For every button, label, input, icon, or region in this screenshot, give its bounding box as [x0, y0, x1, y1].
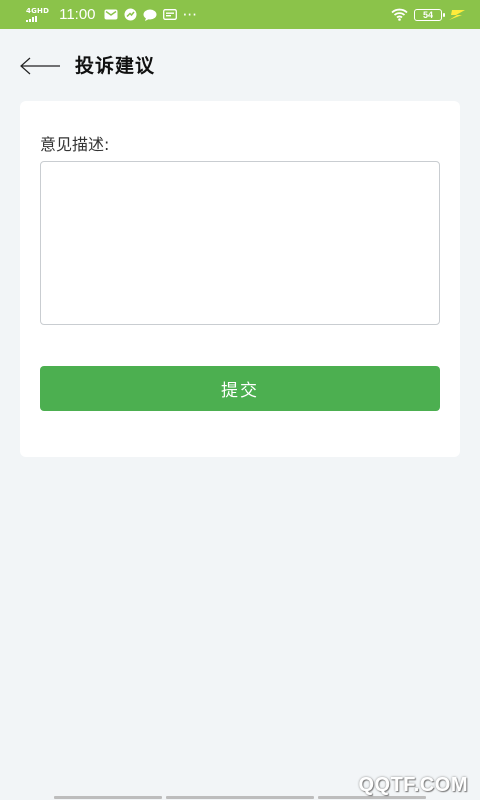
status-bar-left: 4GHD 11:00 ··· — [26, 6, 197, 24]
charging-icon — [448, 9, 466, 21]
description-label: 意见描述: — [40, 135, 110, 154]
header: 投诉建议 — [0, 29, 480, 101]
wifi-icon — [391, 8, 408, 21]
more-notifications-icon: ··· — [182, 5, 197, 24]
back-button[interactable] — [18, 55, 62, 77]
network-type: 4GHD — [26, 6, 50, 15]
nav-hint-left — [54, 796, 162, 799]
description-input[interactable] — [40, 161, 440, 325]
nav-hint-center — [166, 796, 314, 799]
browser-icon — [124, 8, 137, 21]
clock: 11:00 — [59, 6, 96, 23]
submit-button[interactable]: 提交 — [40, 366, 440, 411]
app-notification-icon — [162, 9, 177, 20]
feedback-form-card: 意见描述: 提交 — [20, 101, 460, 457]
status-bar-right: 54 — [391, 8, 466, 21]
page-title: 投诉建议 — [75, 55, 156, 77]
arrow-left-icon — [20, 57, 60, 75]
battery-level: 54 — [422, 9, 433, 20]
signal-icon: 4GHD — [26, 6, 50, 22]
message-icon — [143, 9, 157, 21]
watermark: QQTF.COM — [358, 774, 468, 796]
battery-icon: 54 — [414, 8, 445, 21]
mail-icon — [104, 9, 118, 20]
status-bar: 4GHD 11:00 ··· 54 — [0, 0, 480, 29]
